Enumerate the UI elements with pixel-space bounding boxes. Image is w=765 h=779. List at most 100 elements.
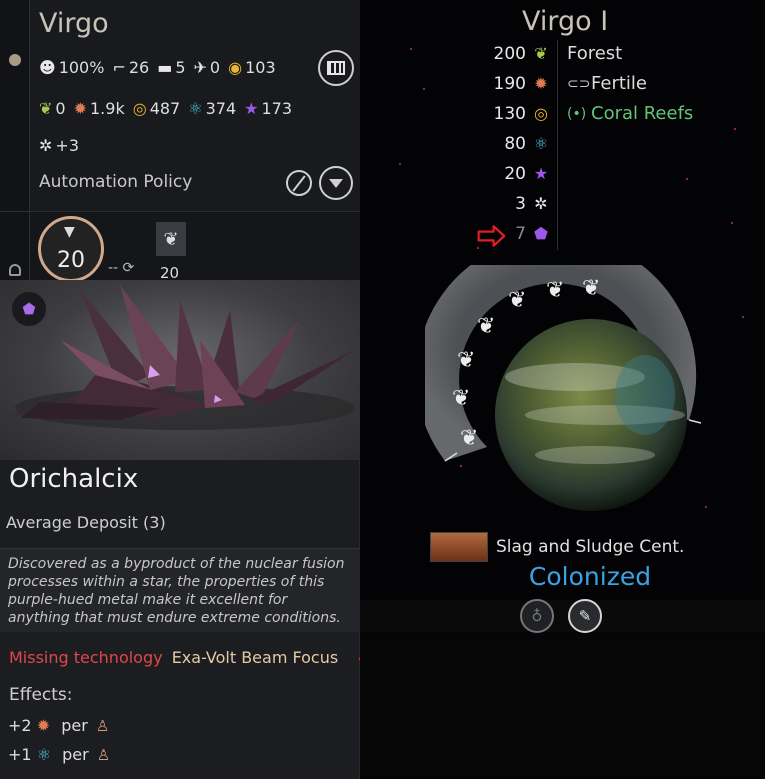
svg-text:❦: ❦ <box>546 278 564 303</box>
star <box>731 222 733 224</box>
land-units-value: 26 <box>128 58 150 77</box>
planet-view[interactable]: ❦ ❦ ❦ ❦ ❦ ❦ ❦ <box>425 265 715 520</box>
air-stat: ✈ 0 <box>194 58 221 77</box>
colony-name: Slag and Sludge Cent. <box>496 537 685 557</box>
system-star-icon[interactable] <box>9 54 21 66</box>
population-growth-icon: ▼ <box>64 224 75 240</box>
wrench-icon: ✎ <box>578 607 592 625</box>
star <box>734 128 736 130</box>
flask-icon: ♁ <box>531 607 543 625</box>
effect-per: per <box>61 716 88 735</box>
star <box>686 178 688 180</box>
science-icon: ⚛ <box>36 745 52 764</box>
fertile-label: Fertile <box>591 73 647 94</box>
resource-description: Discovered as a byproduct of the nuclear… <box>8 556 345 626</box>
colony-row[interactable]: Slag and Sludge Cent. <box>430 532 684 562</box>
star <box>399 163 401 165</box>
construction-icon <box>327 61 345 75</box>
resource-description-block: Discovered as a byproduct of the nuclear… <box>0 548 360 632</box>
dust-stat: ◎ 487 <box>133 99 181 118</box>
tank-icon: ▬ <box>157 57 173 77</box>
stats-row-stability: ✲ +3 <box>39 136 87 155</box>
effect-row: +2 ✹ per ♙ <box>8 716 109 735</box>
population-icon: ♙ <box>95 717 110 735</box>
construction-button[interactable] <box>318 50 354 86</box>
influence-pool-value: 103 <box>245 58 276 77</box>
approval-value: 100% <box>58 58 105 77</box>
dropdown-icon <box>329 178 343 188</box>
population-icon: ♙ <box>96 746 111 764</box>
yield-divider <box>557 40 558 250</box>
lower-empty-area <box>360 633 765 779</box>
air-value: 0 <box>209 58 221 77</box>
food-stat: ❦ 0 <box>39 99 66 118</box>
science-icon: ⚛ <box>188 98 203 118</box>
star <box>742 316 744 318</box>
yield-value: 20 <box>504 164 526 184</box>
planet-yield-stability: 3 ✲ <box>470 194 550 214</box>
influence-pool-icon: ◉ <box>228 57 243 77</box>
population-rate: -- ⟳ <box>108 260 135 276</box>
food-icon: ❦ <box>39 98 53 118</box>
svg-text:❦: ❦ <box>457 348 475 373</box>
industry-stat: ✹ 1.9k <box>74 99 125 118</box>
influence-value: 173 <box>261 99 293 118</box>
system-panel: Virgo ☻ 100% ⌐ 26 ▬ 5 ✈ 0 ◉ 103 ❦ 0 ✹ 1.… <box>0 0 360 212</box>
tanks-stat: ▬ 5 <box>157 58 185 77</box>
stability-icon: ✲ <box>534 194 548 213</box>
dust-icon: ◎ <box>534 104 548 123</box>
yield-value: 80 <box>504 134 526 154</box>
industry-icon: ✹ <box>36 716 51 735</box>
industry-icon: ✹ <box>73 98 87 118</box>
dust-value: 487 <box>149 99 181 118</box>
orichalcix-icon: ⬟ <box>12 292 46 326</box>
population-tab-icon[interactable] <box>9 264 21 276</box>
tanks-value: 5 <box>175 58 186 77</box>
automation-policy-label: Automation Policy <box>39 172 193 192</box>
planet-trait-forest[interactable]: Forest <box>567 43 622 64</box>
population-rate-value: -- <box>108 260 119 276</box>
orichalcix-icon: ⬟ <box>534 224 548 243</box>
planet-yield-industry: 190 ✹ <box>470 74 550 94</box>
fish-icon: ⊂⊃ <box>567 75 591 92</box>
annotation-arrow-right <box>477 225 506 247</box>
science-icon: ⚛ <box>533 134 549 153</box>
planet-trait-fertile[interactable]: ⊂⊃ Fertile <box>567 73 647 94</box>
yield-value: 7 <box>515 224 526 244</box>
food-icon: ❦ <box>534 44 548 63</box>
stats-row-yields: ❦ 0 ✹ 1.9k ◎ 487 ⚛ 374 ★ 173 <box>39 99 300 118</box>
planet-yield-dust: 130 ◎ <box>470 104 550 124</box>
panel-gutter <box>0 0 30 211</box>
automation-dropdown-button[interactable] <box>319 166 353 200</box>
planet-yield-influence: 20 ★ <box>470 164 550 184</box>
yield-value: 130 <box>493 104 526 124</box>
science-value: 374 <box>205 99 237 118</box>
food-value: 0 <box>55 99 66 118</box>
svg-text:❦: ❦ <box>582 276 600 301</box>
industry-icon: ✹ <box>534 74 548 93</box>
outpost-button[interactable]: ♁ <box>520 599 554 633</box>
planet-action-bar <box>360 600 765 632</box>
stability-stat: ✲ +3 <box>39 136 79 155</box>
star <box>423 88 425 90</box>
population-value: 20 <box>57 248 85 273</box>
effects-label: Effects: <box>9 685 73 705</box>
land-units-stat: ⌐ 26 <box>112 58 149 77</box>
svg-text:❦: ❦ <box>460 426 478 451</box>
missing-technology-line: Missing technology Exa-Volt Beam Focus <box>9 648 338 667</box>
faction-badge-icon[interactable]: ❦ <box>156 222 186 256</box>
colony-thumbnail <box>430 532 488 562</box>
effect-row: +1 ⚛ per ♙ <box>8 745 110 764</box>
star <box>410 48 412 50</box>
influence-icon: ★ <box>244 98 259 118</box>
planet-trait-coral-reefs[interactable]: (•) Coral Reefs <box>567 103 693 124</box>
cancel-automation-button[interactable] <box>286 170 312 196</box>
resource-deposit: Average Deposit (3) <box>6 513 166 532</box>
forest-label: Forest <box>567 43 623 64</box>
resource-name: Orichalcix <box>9 464 139 494</box>
population-strip: ▼ 20 -- ⟳ ❦ 20 <box>0 212 360 282</box>
tool-button[interactable]: ✎ <box>568 599 602 633</box>
missing-technology-name[interactable]: Exa-Volt Beam Focus <box>172 648 339 667</box>
effect-amount: +2 <box>8 716 32 735</box>
approval-icon: ☻ <box>39 57 56 77</box>
